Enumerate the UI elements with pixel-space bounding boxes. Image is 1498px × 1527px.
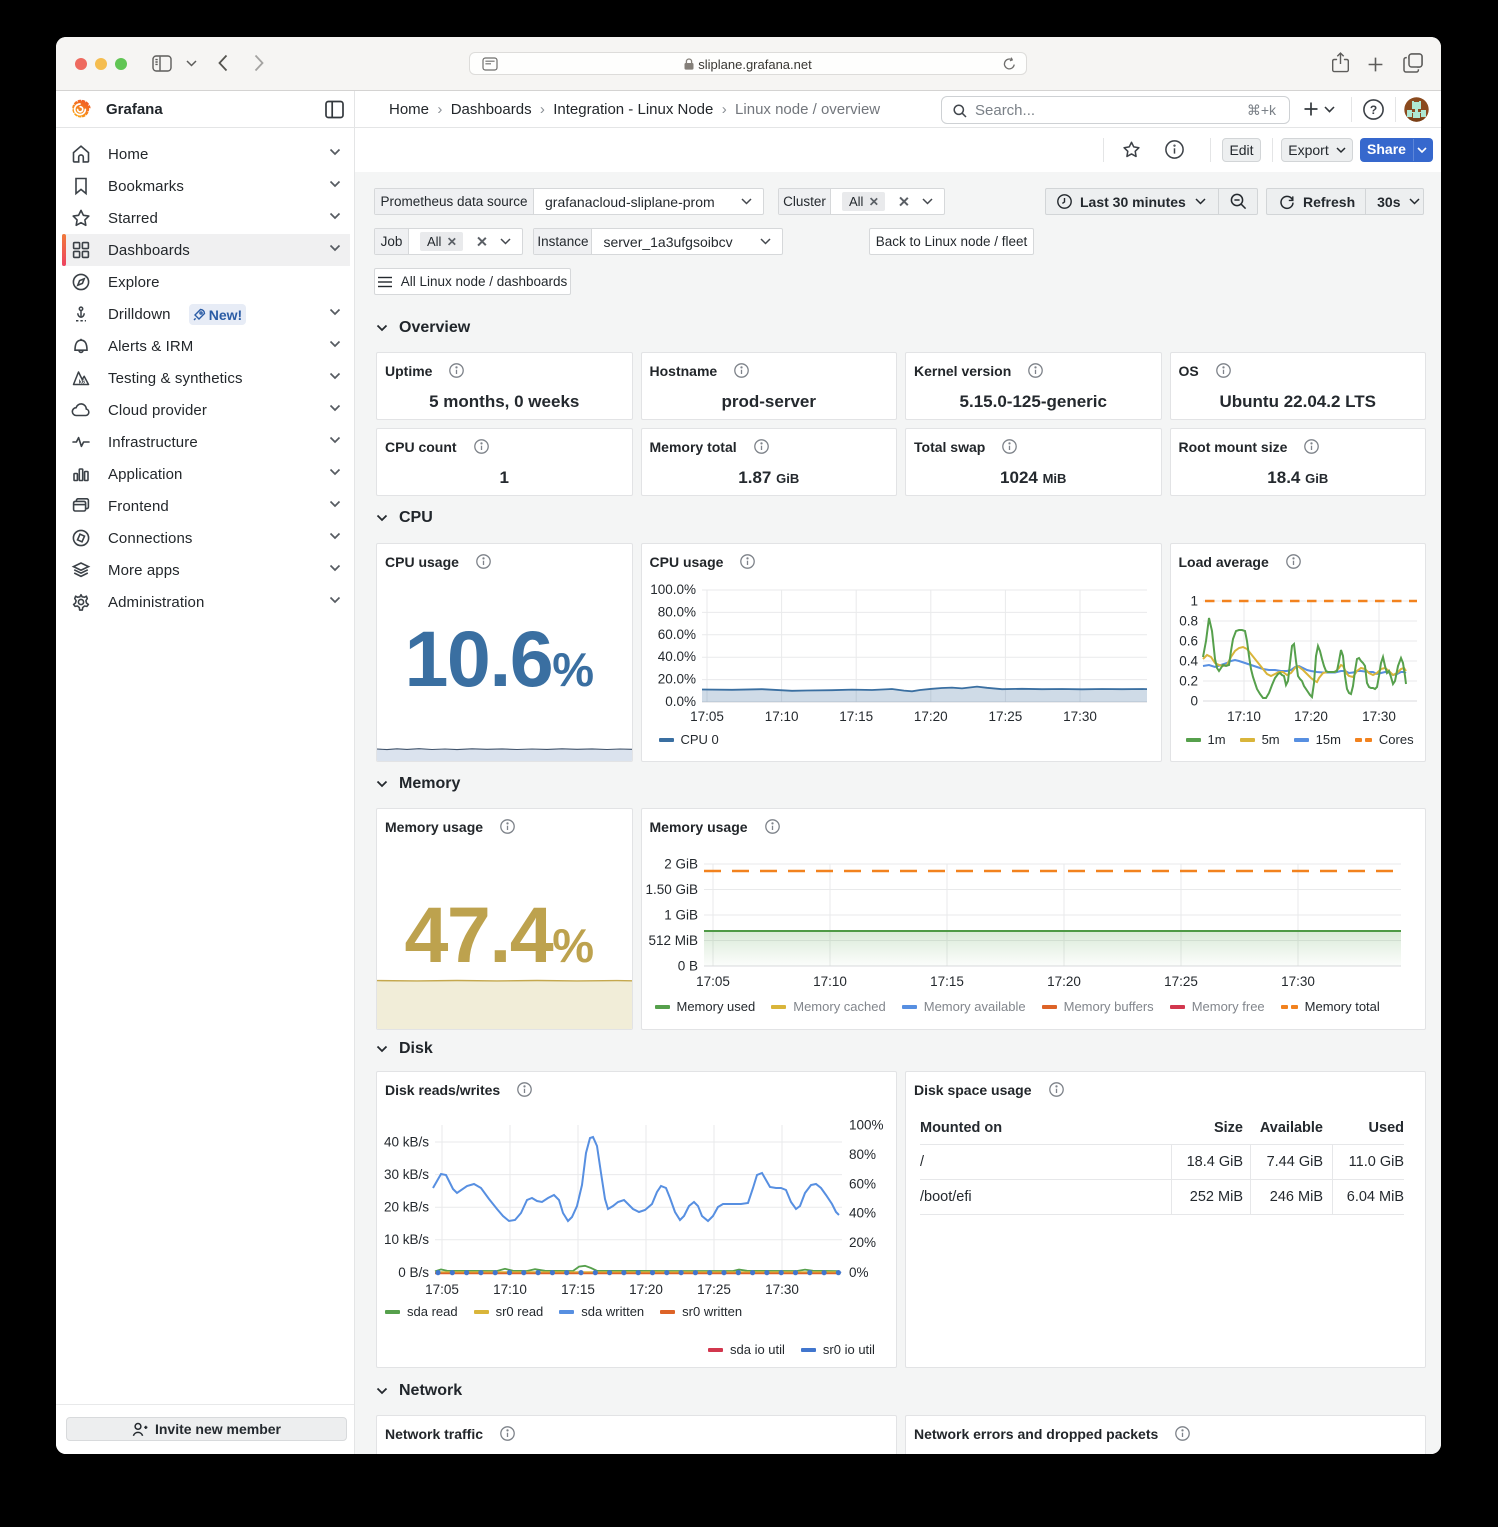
svg-text:17:30: 17:30	[765, 1282, 799, 1297]
svg-text:0%: 0%	[849, 1265, 869, 1280]
svg-text:17:15: 17:15	[839, 709, 873, 724]
svg-text:0.0%: 0.0%	[665, 694, 696, 709]
svg-text:40 kB/s: 40 kB/s	[384, 1135, 429, 1150]
svg-text:100.0%: 100.0%	[650, 582, 696, 597]
svg-text:80.0%: 80.0%	[657, 604, 695, 619]
svg-text:60.0%: 60.0%	[657, 627, 695, 642]
svg-text:40%: 40%	[849, 1206, 876, 1221]
svg-text:17:30: 17:30	[1281, 974, 1315, 989]
svg-text:17:20: 17:20	[629, 1282, 663, 1297]
svg-text:1: 1	[1190, 594, 1198, 609]
svg-text:40.0%: 40.0%	[657, 649, 695, 664]
svg-text:17:30: 17:30	[1362, 709, 1396, 724]
svg-text:0.6: 0.6	[1179, 634, 1198, 649]
svg-text:30 kB/s: 30 kB/s	[384, 1167, 429, 1182]
svg-text:10 kB/s: 10 kB/s	[384, 1232, 429, 1247]
svg-text:17:20: 17:20	[913, 709, 947, 724]
svg-text:80%: 80%	[849, 1147, 876, 1162]
svg-text:17:05: 17:05	[696, 974, 730, 989]
svg-text:1.50 GiB: 1.50 GiB	[645, 882, 698, 897]
svg-text:17:20: 17:20	[1294, 709, 1328, 724]
svg-text:0 B: 0 B	[677, 959, 697, 974]
svg-text:17:25: 17:25	[697, 1282, 731, 1297]
svg-text:0.2: 0.2	[1179, 674, 1198, 689]
svg-text:20%: 20%	[849, 1235, 876, 1250]
svg-text:17:10: 17:10	[493, 1282, 527, 1297]
svg-text:17:30: 17:30	[1063, 709, 1097, 724]
svg-text:0 B/s: 0 B/s	[398, 1265, 429, 1280]
svg-text:0: 0	[1190, 694, 1198, 709]
svg-text:60%: 60%	[849, 1176, 876, 1191]
svg-text:512 MiB: 512 MiB	[648, 933, 698, 948]
svg-text:17:10: 17:10	[764, 709, 798, 724]
svg-text:100%: 100%	[849, 1118, 884, 1133]
svg-text:17:25: 17:25	[1164, 974, 1198, 989]
svg-text:k6: k6	[79, 379, 85, 385]
svg-text:17:15: 17:15	[930, 974, 964, 989]
svg-text:17:10: 17:10	[813, 974, 847, 989]
svg-text:20 kB/s: 20 kB/s	[384, 1200, 429, 1215]
svg-text:17:20: 17:20	[1047, 974, 1081, 989]
svg-text:17:05: 17:05	[690, 709, 724, 724]
svg-text:2 GiB: 2 GiB	[664, 857, 698, 872]
svg-text:17:15: 17:15	[561, 1282, 595, 1297]
svg-text:17:10: 17:10	[1227, 709, 1261, 724]
svg-text:0.4: 0.4	[1179, 654, 1198, 669]
svg-text:?: ?	[1370, 103, 1377, 117]
svg-text:17:25: 17:25	[988, 709, 1022, 724]
svg-text:20.0%: 20.0%	[657, 672, 695, 687]
svg-text:1 GiB: 1 GiB	[664, 908, 698, 923]
svg-text:0.8: 0.8	[1179, 614, 1198, 629]
svg-text:17:05: 17:05	[425, 1282, 459, 1297]
